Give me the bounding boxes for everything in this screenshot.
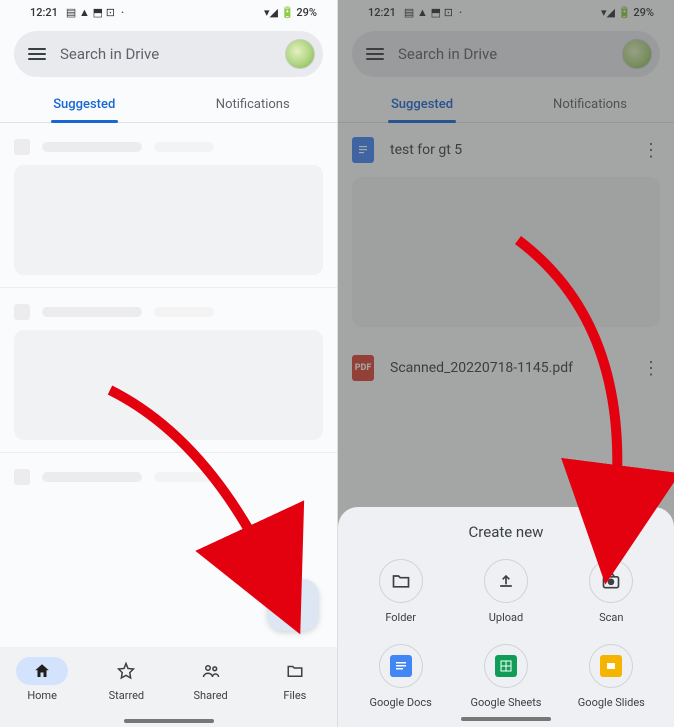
phone-left: 12:21 ▤ ▲ ⬒ ⊡ ▾◢ 🔋29% Search in Drive Su… xyxy=(0,0,337,727)
phone-right: 12:21 ▤ ▲ ⬒ ⊡ ▾◢ 🔋29% Search in Drive Su… xyxy=(337,0,674,727)
tab-suggested[interactable]: Suggested xyxy=(0,85,169,122)
nav-shared[interactable]: Shared xyxy=(185,657,237,702)
placeholder-card xyxy=(0,123,337,288)
status-bar: 12:21 ▤ ▲ ⬒ ⊡ ▾◢ 🔋29% xyxy=(0,0,337,21)
placeholder-card xyxy=(0,288,337,453)
nav-starred[interactable]: Starred xyxy=(100,657,152,702)
sheet-title: Create new xyxy=(348,523,664,541)
tab-notifications[interactable]: Notifications xyxy=(169,85,338,122)
option-google-docs[interactable]: Google Docs xyxy=(348,644,453,709)
nav-files[interactable]: Files xyxy=(269,657,321,702)
create-new-sheet: Create new Folder Upload Scan Google Doc… xyxy=(338,507,674,727)
search-bar[interactable]: Search in Drive xyxy=(14,31,323,77)
option-google-slides[interactable]: Google Slides xyxy=(559,644,664,709)
bottom-nav: Home Starred Shared Files xyxy=(0,647,337,727)
nav-home[interactable]: Home xyxy=(16,657,68,702)
option-folder[interactable]: Folder xyxy=(348,559,453,624)
avatar[interactable] xyxy=(285,39,315,69)
fab-new[interactable]: + xyxy=(267,579,319,631)
gesture-handle xyxy=(124,719,214,723)
search-placeholder: Search in Drive xyxy=(60,45,271,63)
option-scan[interactable]: Scan xyxy=(559,559,664,624)
menu-icon[interactable] xyxy=(28,48,46,60)
option-upload[interactable]: Upload xyxy=(453,559,558,624)
tabs: Suggested Notifications xyxy=(0,85,337,123)
option-google-sheets[interactable]: Google Sheets xyxy=(453,644,558,709)
placeholder-card xyxy=(0,453,337,507)
gesture-handle xyxy=(461,717,551,721)
status-time: 12:21 xyxy=(30,6,58,19)
status-battery: 29% xyxy=(296,6,317,19)
